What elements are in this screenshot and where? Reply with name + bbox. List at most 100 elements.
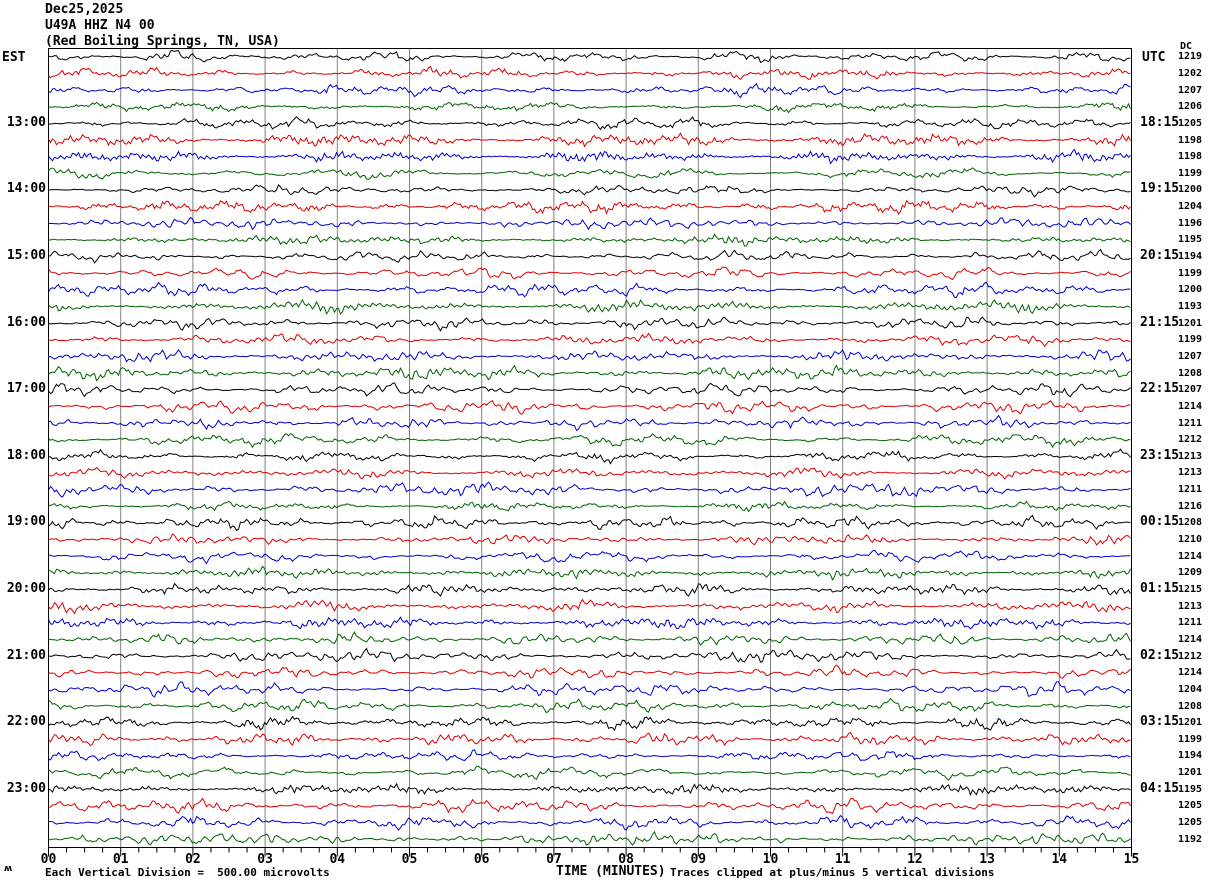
seismogram-trace-row [49, 366, 1131, 381]
seismogram-trace-row [49, 317, 1131, 331]
dc-offset-value: 1198 [1178, 135, 1202, 146]
dc-offset-value: 1198 [1178, 151, 1202, 162]
seismogram-trace-row [49, 617, 1131, 629]
minute-tick-label: 14 [1044, 852, 1074, 867]
seismogram-trace-row [49, 434, 1131, 448]
dc-offset-value: 1205 [1178, 800, 1202, 811]
dc-offset-value: 1213 [1178, 451, 1202, 462]
dc-offset-value: 1208 [1178, 517, 1202, 528]
dc-offset-value: 1213 [1178, 467, 1202, 478]
seismogram-trace-row [49, 534, 1131, 545]
dc-offset-value: 1199 [1178, 334, 1202, 345]
seismogram-trace-row [49, 416, 1131, 431]
minute-tick-label: 02 [178, 852, 208, 867]
dc-offset-value: 1215 [1178, 584, 1202, 595]
utc-hour-label: 22:15 [1140, 381, 1179, 396]
dc-offset-value: 1205 [1178, 817, 1202, 828]
minute-tick-label: 00 [34, 852, 64, 867]
est-hour-label: 21:00 [0, 648, 46, 663]
utc-hour-label: 01:15 [1140, 581, 1179, 596]
dc-offset-value: 1216 [1178, 501, 1202, 512]
utc-hour-label: 19:15 [1140, 181, 1179, 196]
minute-tick-label: 12 [900, 852, 930, 867]
utc-hour-label: 02:15 [1140, 648, 1179, 663]
dc-offset-value: 1195 [1178, 234, 1202, 245]
seismogram-trace-row [49, 333, 1131, 346]
minute-tick-label: 13 [972, 852, 1002, 867]
seismogram-trace-row [49, 501, 1131, 511]
seismogram-trace-row [49, 234, 1131, 246]
clip-note: Traces clipped at plus/minus 5 vertical … [670, 866, 995, 879]
dc-offset-value: 1210 [1178, 534, 1202, 545]
dc-offset-value: 1202 [1178, 68, 1202, 79]
seismogram-trace-row [49, 733, 1131, 746]
dc-offset-value: 1195 [1178, 784, 1202, 795]
seismogram-trace-row [49, 133, 1131, 146]
seismogram-trace-row [49, 632, 1131, 645]
seismogram-trace-row [49, 682, 1131, 697]
dc-offset-value: 1204 [1178, 201, 1202, 212]
dc-offset-value: 1208 [1178, 701, 1202, 712]
dc-offset-value: 1208 [1178, 368, 1202, 379]
dc-offset-value: 1207 [1178, 351, 1202, 362]
dc-offset-value: 1200 [1178, 284, 1202, 295]
est-hour-label: 14:00 [0, 181, 46, 196]
seismogram-trace-row [49, 584, 1131, 597]
helicorder-page: Dec25,2025 U49A HHZ N4 00 (Red Boiling S… [0, 0, 1210, 886]
dc-offset-value: 1194 [1178, 251, 1202, 262]
seismogram-trace-row [49, 515, 1131, 530]
seismogram-trace-row [49, 482, 1131, 497]
est-hour-label: 22:00 [0, 714, 46, 729]
mini-waveform-glyph: ʍ [4, 864, 12, 874]
minute-tick-label: 06 [467, 852, 497, 867]
minute-tick-label: 09 [683, 852, 713, 867]
seismogram-trace-row [49, 649, 1131, 663]
seismogram-trace-row [49, 550, 1131, 563]
dc-offset-value: 1214 [1178, 401, 1202, 412]
seismogram-trace-row [49, 282, 1131, 297]
seismogram-trace-row [49, 600, 1131, 614]
vertical-scale-note: Each Vertical Division = 500.00 microvol… [45, 866, 330, 879]
dc-offset-value: 1214 [1178, 551, 1202, 562]
est-hour-label: 15:00 [0, 248, 46, 263]
x-axis-title: TIME (MINUTES) [556, 864, 666, 879]
seismogram-trace-row [49, 468, 1131, 479]
seismogram-trace-row [49, 665, 1131, 678]
plot-frame [49, 49, 1132, 848]
minute-tick-label: 05 [395, 852, 425, 867]
minute-tick-label: 11 [828, 852, 858, 867]
seismogram-trace-row [49, 168, 1131, 179]
dc-offset-value: 1207 [1178, 384, 1202, 395]
seismogram-trace-row [49, 67, 1131, 80]
utc-hour-label: 03:15 [1140, 714, 1179, 729]
dc-offset-value: 1200 [1178, 184, 1202, 195]
seismogram-trace-row [49, 250, 1131, 263]
dc-offset-value: 1199 [1178, 268, 1202, 279]
dc-offset-value: 1212 [1178, 651, 1202, 662]
dc-offset-value: 1219 [1178, 51, 1202, 62]
utc-hour-label: 21:15 [1140, 315, 1179, 330]
utc-hour-label: 04:15 [1140, 781, 1179, 796]
seismogram-trace-row [49, 717, 1131, 731]
seismogram-trace-row [49, 300, 1131, 314]
dc-offset-value: 1201 [1178, 767, 1202, 778]
seismogram-trace-row [49, 566, 1131, 580]
seismogram-trace-row [49, 816, 1131, 830]
utc-hour-label: 23:15 [1140, 448, 1179, 463]
seismogram-trace-row [49, 102, 1131, 112]
utc-hour-label: 18:15 [1140, 115, 1179, 130]
utc-hour-label: 20:15 [1140, 248, 1179, 263]
minute-tick-label: 15 [1117, 852, 1147, 867]
minute-tick-label: 03 [250, 852, 280, 867]
est-hour-label: 18:00 [0, 448, 46, 463]
dc-offset-value: 1214 [1178, 667, 1202, 678]
seismogram-trace-row [49, 117, 1131, 130]
est-hour-label: 17:00 [0, 381, 46, 396]
dc-offset-value: 1192 [1178, 834, 1202, 845]
est-hour-label: 19:00 [0, 514, 46, 529]
minute-tick-label: 01 [106, 852, 136, 867]
seismogram-plot [0, 0, 1210, 886]
dc-offset-value: 1211 [1178, 418, 1202, 429]
seismogram-trace-row [49, 832, 1131, 845]
dc-offset-value: 1213 [1178, 601, 1202, 612]
